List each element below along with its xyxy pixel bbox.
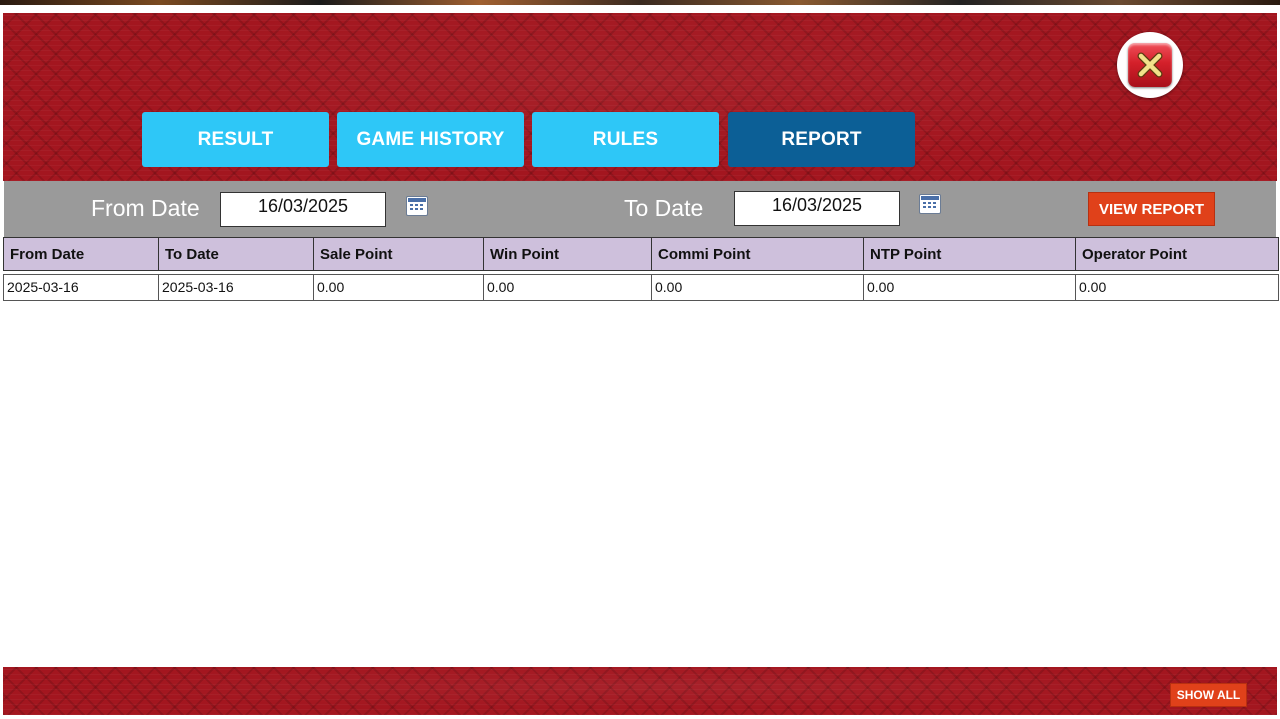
table-cell: 0.00 [863,274,1076,301]
column-header: Sale Point [313,237,484,271]
to-calendar-button[interactable] [919,194,941,214]
tab-rules[interactable]: RULES [532,112,719,167]
to-date-label: To Date [624,195,704,221]
table-cell: 0.00 [651,274,864,301]
from-date-input[interactable]: 16/03/2025 [220,192,386,227]
column-header: From Date [3,237,159,271]
table-cell: 0.00 [483,274,652,301]
table-row: 2025-03-16 2025-03-16 0.00 0.00 0.00 0.0… [3,274,1279,301]
calendar-icon [408,198,426,210]
table-cell: 2025-03-16 [3,274,159,301]
footer-panel [3,667,1277,715]
column-header: NTP Point [863,237,1076,271]
column-header: Win Point [483,237,652,271]
filter-bar: From Date 16/03/2025 To Date 16/03/2025 … [4,181,1276,237]
to-date-input[interactable]: 16/03/2025 [734,191,900,226]
tab-result[interactable]: RESULT [142,112,329,167]
column-header: To Date [158,237,314,271]
table-cell: 0.00 [313,274,484,301]
column-header: Commi Point [651,237,864,271]
from-date-label: From Date [91,195,200,221]
close-icon [1128,43,1172,87]
column-header: Operator Point [1075,237,1279,271]
tab-game-history[interactable]: GAME HISTORY [337,112,524,167]
close-button[interactable] [1117,32,1183,98]
tab-report[interactable]: REPORT [728,112,915,167]
top-banner-strip [0,0,1280,5]
view-report-button[interactable]: VIEW REPORT [1088,192,1215,226]
show-all-button[interactable]: SHOW ALL [1170,683,1247,707]
from-calendar-button[interactable] [406,196,428,216]
table-header-row: From Date To Date Sale Point Win Point C… [3,237,1279,271]
table-cell: 2025-03-16 [158,274,314,301]
table-cell: 0.00 [1075,274,1279,301]
report-table: From Date To Date Sale Point Win Point C… [3,237,1279,301]
calendar-icon [921,196,939,208]
